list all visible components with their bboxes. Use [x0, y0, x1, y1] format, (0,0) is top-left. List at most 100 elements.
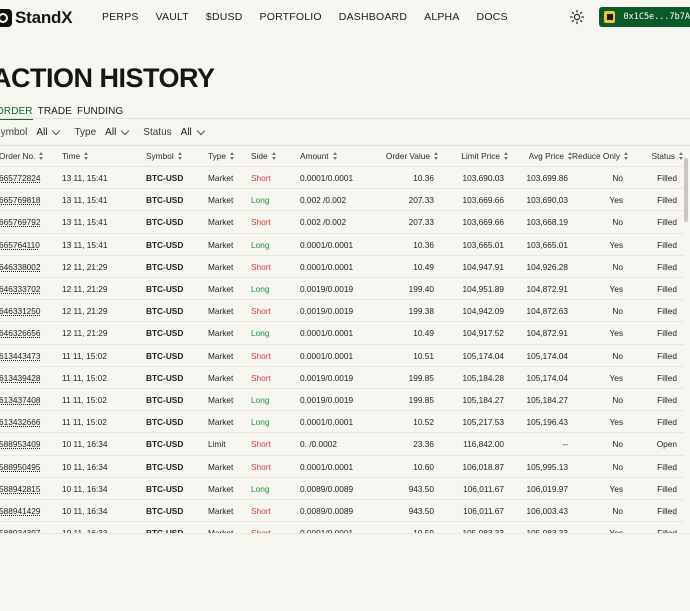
cell-avg-price: 103,668.19: [526, 217, 568, 228]
cell-order-no[interactable]: 588942815: [0, 484, 41, 494]
standx-logo[interactable]: StandX: [0, 8, 73, 28]
cell-order-no[interactable]: 613443473: [0, 351, 41, 361]
cell-type: Market: [208, 483, 234, 494]
filter-value: All: [36, 127, 48, 138]
theme-toggle-button[interactable]: [569, 9, 585, 25]
cell-symbol: BTC-USD: [146, 506, 184, 516]
cell-status: Filled: [657, 217, 677, 228]
cell-order-value: 199.85: [408, 372, 434, 383]
cell-order-value: 10.60: [413, 461, 434, 472]
cell-reduce-only: No: [612, 395, 623, 405]
cell-symbol: BTC-USD: [146, 350, 184, 361]
cell-avg-price: 105,196.43: [526, 417, 568, 428]
cell-type: Market: [208, 239, 234, 250]
cell-order-value: 10.36: [413, 173, 434, 183]
nav-dashboard[interactable]: DASHBOARD: [339, 11, 407, 23]
cell-type: Market: [208, 506, 234, 516]
cell-limit-price: 105,184.28: [462, 372, 504, 383]
cell-order-no[interactable]: 665772824: [0, 173, 41, 183]
nav-perps[interactable]: PERPS: [102, 11, 139, 23]
cell-symbol: BTC-USD: [146, 372, 184, 383]
cell-status: Filled: [657, 350, 677, 361]
cell-reduce-only: Yes: [609, 284, 623, 294]
column-symbol[interactable]: Symbol: [146, 151, 183, 161]
table-scrollbar[interactable]: [684, 158, 688, 222]
cell-time: 13 11, 15:41: [62, 195, 108, 206]
table-row: 665769818 13 11, 15:41 BTC-USD Market Long 0.…: [0, 188, 684, 211]
cell-order-no[interactable]: 646333702: [0, 284, 41, 294]
cell-symbol: BTC-USD: [146, 195, 184, 206]
cell-symbol: BTC-USD: [146, 417, 184, 428]
cell-status: Filled: [657, 461, 677, 472]
cell-amount: 0.0019/0.0019: [300, 284, 354, 294]
cell-status: Filled: [657, 261, 677, 272]
cell-order-no[interactable]: 646326656: [0, 328, 41, 338]
symbol-filter[interactable]: Symbol All: [0, 126, 61, 138]
cell-side: Long: [251, 239, 270, 250]
wallet-button[interactable]: 0x1C5e...7b7A: [599, 7, 690, 27]
cell-order-no[interactable]: 665769792: [0, 217, 41, 227]
cell-order-no[interactable]: 613437408: [0, 395, 41, 405]
filter-bar: Symbol All Type All Status All: [0, 126, 219, 138]
cell-reduce-only: No: [612, 506, 623, 516]
cell-reduce-only: No: [612, 306, 623, 317]
cell-order-no[interactable]: 665764110: [0, 240, 40, 250]
cell-time: 12 11, 21:29: [62, 284, 108, 294]
table-row: 646333702 12 11, 21:29 BTC-USD Market Long 0.…: [0, 277, 684, 300]
column-amount[interactable]: Amount: [300, 151, 338, 161]
cell-order-no[interactable]: 613439428: [0, 373, 41, 383]
cell-order-no[interactable]: 588941429: [0, 506, 41, 516]
cell-limit-price: 104,942.09: [462, 306, 504, 317]
column-status[interactable]: Status: [651, 151, 684, 161]
column-avg-price[interactable]: Avg Price: [529, 151, 573, 161]
cell-status: Filled: [657, 173, 677, 183]
cell-type: Market: [208, 217, 234, 228]
cell-amount: 0.0001/0.0001: [300, 461, 354, 472]
column-order-no[interactable]: Order No.: [0, 151, 44, 161]
cell-limit-price: 103,665.01: [462, 239, 504, 250]
nav-dusd[interactable]: $DUSD: [206, 11, 243, 23]
cell-avg-price: 105,995.13: [526, 461, 568, 472]
cell-order-no[interactable]: 646338002: [0, 262, 41, 272]
cell-time: 13 11, 15:41: [62, 173, 108, 183]
cell-order-no[interactable]: 588950495: [0, 462, 41, 472]
cell-amount: 0.002 /0.002: [300, 195, 347, 206]
cell-order-no[interactable]: 665769818: [0, 195, 41, 205]
nav-alpha[interactable]: ALPHA: [424, 11, 459, 23]
cell-order-no[interactable]: 613432666: [0, 417, 41, 427]
column-type[interactable]: Type: [208, 151, 235, 161]
cell-symbol: BTC-USD: [146, 395, 184, 405]
cell-order-no[interactable]: 588953409: [0, 439, 41, 449]
table-row: 613443473 11 11, 15:02 BTC-USD Market Short 0…: [0, 343, 684, 367]
cell-side: Short: [251, 461, 271, 472]
type-filter[interactable]: Type All: [74, 126, 130, 138]
nav-vault[interactable]: VAULT: [156, 11, 189, 23]
column-order-value[interactable]: Order Value: [386, 151, 439, 161]
cell-avg-price: 103,699.86: [526, 173, 568, 183]
cell-order-value: 943.50: [408, 506, 434, 516]
cell-order-no[interactable]: 646331250: [0, 306, 41, 316]
order-history-table: Order No. Time Symbol Type Side Amount O…: [0, 147, 690, 533]
column-reduce-only[interactable]: Reduce Only: [572, 151, 629, 161]
column-side[interactable]: Side: [251, 151, 277, 161]
cell-reduce-only: Yes: [609, 483, 623, 494]
cell-limit-price: 106,011.67: [463, 483, 504, 494]
nav-portfolio[interactable]: PORTFOLIO: [260, 11, 322, 23]
column-limit-price[interactable]: Limit Price: [461, 151, 509, 161]
sort-icon: [39, 152, 44, 160]
cell-reduce-only: No: [612, 439, 623, 450]
cell-order-value: 10.49: [413, 328, 434, 339]
cell-type: Market: [208, 328, 234, 339]
cell-limit-price: 103,669.66: [462, 195, 504, 206]
nav-docs[interactable]: DOCS: [477, 11, 508, 23]
divider: [0, 533, 690, 534]
table-row: 588953409 10 11, 16:34 BTC-USD Limit Short 0.…: [0, 432, 684, 455]
cell-reduce-only: No: [612, 461, 623, 472]
cell-avg-price: 105,184.27: [526, 395, 568, 405]
cell-side: Long: [251, 395, 270, 405]
cell-time: 12 11, 21:29: [62, 261, 108, 272]
status-filter[interactable]: Status All: [143, 126, 206, 138]
sun-icon: [569, 9, 585, 25]
cell-status: Open: [656, 439, 677, 450]
column-time[interactable]: Time: [62, 151, 89, 161]
